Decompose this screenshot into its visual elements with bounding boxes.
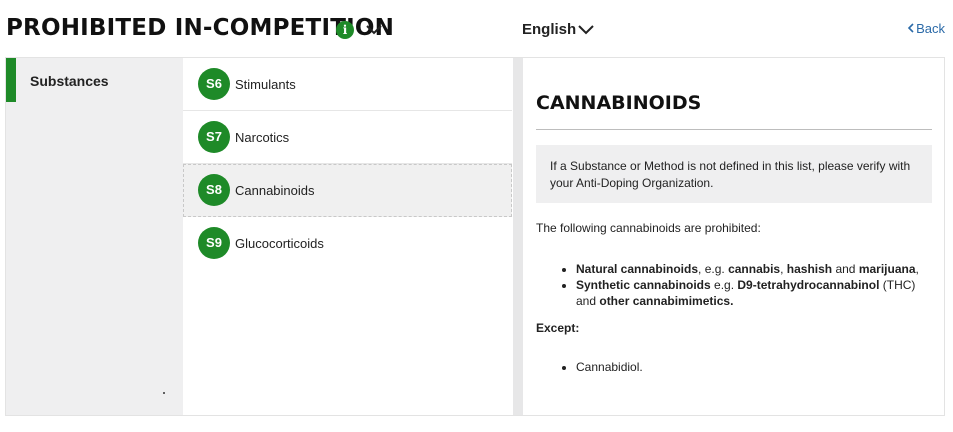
term: hashish xyxy=(786,262,833,276)
title-divider xyxy=(536,129,932,130)
category-label: Narcotics xyxy=(235,130,290,145)
category-item-s8[interactable]: S8 Cannabinoids xyxy=(183,164,512,217)
chevron-down-icon[interactable] xyxy=(365,24,383,36)
category-label: Glucocorticoids xyxy=(235,236,324,251)
category-item-s7[interactable]: S7 Narcotics xyxy=(183,111,512,164)
category-item-s9[interactable]: S9 Glucocorticoids xyxy=(183,217,512,270)
back-link[interactable]: Back xyxy=(907,21,945,36)
active-indicator xyxy=(6,58,16,102)
detail-panel: CANNABINOIDS If a Substance or Method is… xyxy=(523,58,944,415)
intro-text: The following cannabinoids are prohibite… xyxy=(536,221,761,235)
except-list: Cannabidiol. xyxy=(566,360,643,374)
category-label: Stimulants xyxy=(235,77,296,92)
text: , e.g. xyxy=(698,262,729,276)
sidebar-footer-mark xyxy=(163,392,165,394)
sidebar-item-label: Substances xyxy=(30,73,109,89)
except-heading: Except: xyxy=(536,321,580,335)
chevron-left-icon xyxy=(907,23,914,33)
term: cannabis xyxy=(728,262,781,276)
category-label: Cannabinoids xyxy=(235,183,315,198)
category-badge: S8 xyxy=(198,174,230,206)
term: other cannabimimetics. xyxy=(599,294,734,308)
prohibited-list: Natural cannabinoids, e.g. cannabis, has… xyxy=(566,261,926,309)
page-header: PROHIBITED IN-COMPETITION i English Back xyxy=(0,0,953,57)
category-badge: S9 xyxy=(198,227,230,259)
term: Natural cannabinoids xyxy=(576,262,699,276)
category-list: S6 Stimulants S7 Narcotics S8 Cannabinoi… xyxy=(183,58,513,415)
text: e.g. xyxy=(710,278,738,292)
text: , xyxy=(780,262,787,276)
info-icon[interactable]: i xyxy=(336,21,354,39)
category-badge: S7 xyxy=(198,121,230,153)
category-badge: S6 xyxy=(198,68,230,100)
sidebar-item-substances[interactable]: Substances xyxy=(6,58,183,102)
chevron-down-icon[interactable] xyxy=(577,24,595,36)
notice-box: If a Substance or Method is not defined … xyxy=(536,145,932,203)
text: and xyxy=(832,262,859,276)
detail-title: CANNABINOIDS xyxy=(536,92,702,114)
list-item: Natural cannabinoids, e.g. cannabis, has… xyxy=(576,261,926,277)
term: D9-tetrahydrocannabinol xyxy=(737,278,880,292)
list-item: Cannabidiol. xyxy=(576,360,643,374)
category-item-s6[interactable]: S6 Stimulants xyxy=(183,58,512,111)
term: marijuana xyxy=(858,262,916,276)
sidebar: Substances xyxy=(6,58,183,415)
content-area: Substances S6 Stimulants S7 Narcotics S8… xyxy=(5,57,945,416)
back-label: Back xyxy=(916,21,945,36)
panel-divider xyxy=(513,58,523,415)
language-selector[interactable]: English xyxy=(522,21,576,38)
list-item: Synthetic cannabinoids e.g. D9-tetrahydr… xyxy=(576,277,926,309)
text: , xyxy=(915,262,919,276)
term: Synthetic cannabinoids xyxy=(576,278,711,292)
